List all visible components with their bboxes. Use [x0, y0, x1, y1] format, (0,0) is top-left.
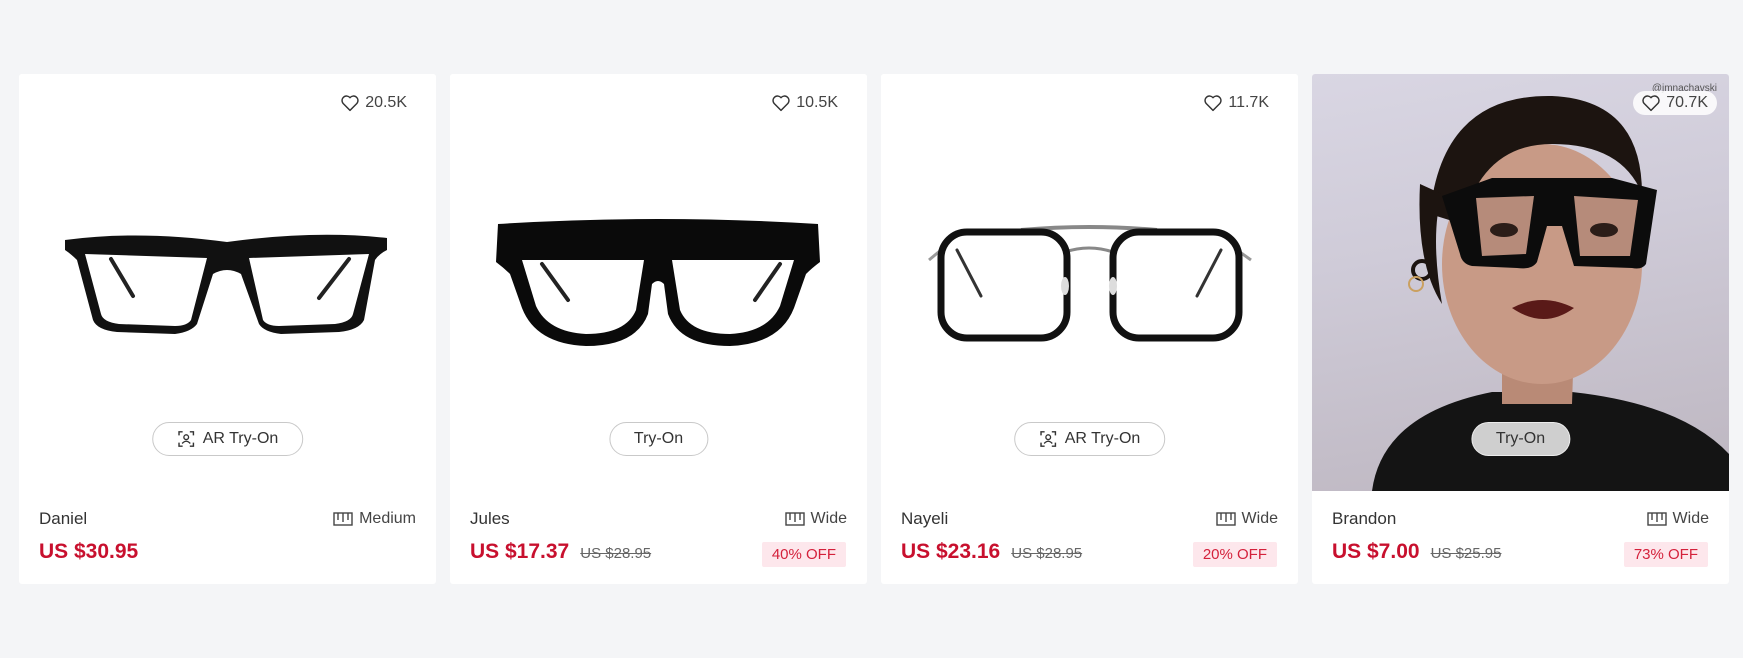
frame-width-icon	[784, 512, 805, 526]
price-row: US $17.37 US $28.95	[470, 540, 651, 564]
sale-price: US $30.95	[39, 540, 139, 563]
like-count: 11.7K	[1228, 94, 1269, 111]
like-count: 20.5K	[365, 94, 407, 111]
product-card-daniel[interactable]: 20.5K AR Try-On Daniel Medium US $30.95	[19, 74, 436, 584]
product-grid: 20.5K AR Try-On Daniel Medium US $30.95	[19, 74, 1729, 584]
frame-fit: Medium	[333, 510, 416, 528]
sale-price: US $17.37	[470, 540, 570, 563]
heart-icon	[341, 95, 359, 112]
product-name[interactable]: Brandon	[1332, 509, 1396, 529]
try-on-button[interactable]: Try-On	[1470, 422, 1571, 456]
original-price: US $28.95	[580, 545, 652, 562]
original-price: US $28.95	[1011, 545, 1083, 562]
like-count: 70.7K	[1666, 94, 1708, 111]
ar-try-on-button[interactable]: AR Try-On	[1013, 422, 1166, 456]
ar-scan-icon	[177, 431, 194, 447]
product-card-jules[interactable]: 10.5K Try-On Jules Wide US $17.37 US $28…	[450, 74, 867, 584]
try-on-label: AR Try-On	[202, 430, 279, 447]
price-row: US $23.16 US $28.95	[901, 540, 1082, 564]
ar-scan-icon	[1039, 431, 1056, 447]
frame-fit: Wide	[1215, 510, 1278, 528]
discount-badge: 73% OFF	[1623, 542, 1708, 567]
like-button[interactable]: 11.7K	[1195, 91, 1278, 115]
heart-icon	[1642, 95, 1660, 112]
frame-fit: Wide	[1646, 510, 1709, 528]
try-on-button[interactable]: Try-On	[608, 422, 709, 456]
heart-icon	[772, 95, 790, 112]
product-name[interactable]: Daniel	[39, 509, 87, 529]
discount-badge: 20% OFF	[1192, 542, 1277, 567]
original-price: US $25.95	[1430, 545, 1502, 562]
price-row: US $30.95	[39, 540, 138, 564]
frame-fit-label: Wide	[1241, 510, 1278, 527]
product-name[interactable]: Jules	[470, 509, 510, 529]
sale-price: US $7.00	[1332, 540, 1420, 563]
product-card-brandon[interactable]: @jmnachavski 70.7K Try-On Brandon Wide U…	[1312, 74, 1729, 584]
frame-width-icon	[1646, 512, 1667, 526]
try-on-label: AR Try-On	[1064, 430, 1141, 447]
try-on-label: Try-On	[633, 430, 684, 447]
product-name[interactable]: Nayeli	[901, 509, 948, 529]
try-on-label: Try-On	[1495, 430, 1546, 447]
like-button[interactable]: 70.7K	[1633, 91, 1717, 115]
product-card-nayeli[interactable]: 11.7K AR Try-On Nayeli Wide US $23.16 US…	[881, 74, 1298, 584]
frame-fit-label: Medium	[359, 510, 416, 527]
frame-fit-label: Wide	[810, 510, 847, 527]
frame-fit: Wide	[784, 510, 847, 528]
discount-badge: 40% OFF	[761, 542, 846, 567]
like-button[interactable]: 20.5K	[332, 91, 416, 115]
frame-fit-label: Wide	[1672, 510, 1709, 527]
frame-width-icon	[333, 512, 353, 526]
sale-price: US $23.16	[901, 540, 1001, 563]
like-count: 10.5K	[796, 94, 838, 111]
like-button[interactable]: 10.5K	[763, 91, 847, 115]
price-row: US $7.00 US $25.95	[1332, 540, 1501, 564]
heart-icon	[1204, 95, 1223, 112]
ar-try-on-button[interactable]: AR Try-On	[151, 422, 304, 456]
frame-width-icon	[1215, 512, 1236, 526]
